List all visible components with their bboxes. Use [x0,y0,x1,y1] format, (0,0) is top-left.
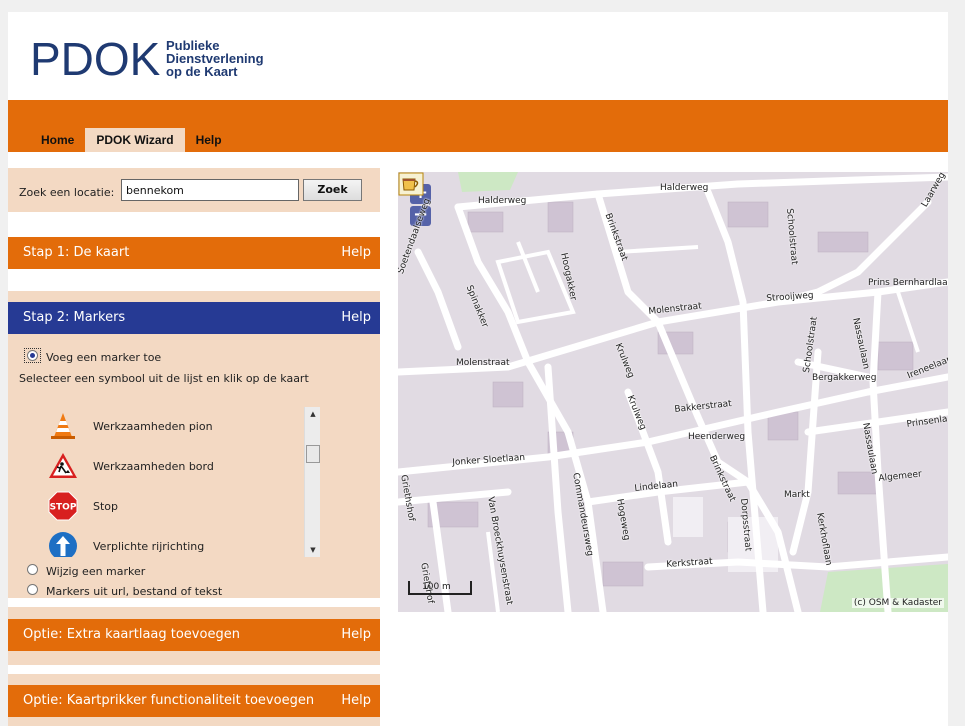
scroll-up-icon[interactable]: ▲ [305,407,321,421]
stop-sign-icon: STOP [48,491,78,521]
panel-extra-title: Optie: Extra kaartlaag toevoegen [23,627,240,642]
map-street-label: Prins Bernhardlaan [868,278,948,288]
traffic-cone-icon [51,413,75,439]
import-markers-radio[interactable] [27,584,38,595]
symbol-item[interactable]: Werkzaamheden bord [44,447,304,487]
marker-instruction: Selecteer een symbool uit de lijst en kl… [19,372,309,385]
page: PDOK Publieke Dienstverlening op de Kaar… [8,12,948,726]
edit-marker-radio[interactable] [27,564,38,575]
mandatory-direction-icon [49,532,77,557]
symbol-item[interactable]: Verplichte rijrichting [44,527,304,557]
symbol-item[interactable]: STOP Stop [44,487,304,527]
scroll-down-icon[interactable]: ▼ [305,543,321,557]
pdok-logo[interactable]: PDOK [30,34,160,84]
panel-stap1-header[interactable]: Stap 1: De kaart Help [8,237,380,269]
map-street-label: Halderweg [478,196,527,206]
nav-pdok-wizard[interactable]: PDOK Wizard [85,128,185,152]
nav-home[interactable]: Home [30,128,85,152]
map-base [398,172,948,612]
search-button[interactable]: Zoek [303,179,362,201]
panel-kaartprikker-header[interactable]: Optie: Kaartprikker functionaliteit toev… [8,685,380,717]
nav-help[interactable]: Help [185,128,233,152]
symbol-list: Werkzaamheden pion Werkzaamheden bord ST… [44,407,320,557]
map-street-label: Heenderweg [688,432,746,442]
pdok-logo-subtitle: Publieke Dienstverlening op de Kaart [166,39,264,78]
panel-stap1-help[interactable]: Help [341,237,371,269]
symbol-label: Verplichte rijrichting [93,540,205,553]
logo-sub-line-3: op de Kaart [166,64,238,79]
panel-stap2-header[interactable]: Stap 2: Markers Help [8,302,380,334]
panel-kaartprikker-help[interactable]: Help [341,685,371,717]
symbol-label: Stop [93,500,119,513]
add-marker-label: Voeg een marker toe [46,351,162,364]
map-scale-label: 100 m [422,582,451,592]
scroll-thumb[interactable] [306,445,320,463]
symbol-item[interactable]: Werkzaamheden pion [44,407,304,447]
map-attribution: (c) OSM & Kadaster [851,598,944,608]
search-label: Zoek een locatie: [19,186,115,199]
import-markers-label: Markers uit url, bestand of tekst [46,585,223,598]
map-street-label: Halderweg [660,183,709,193]
edit-marker-label: Wijzig een marker [46,565,146,578]
roadwork-sign-icon [49,453,77,478]
svg-text:STOP: STOP [50,503,77,513]
main-nav: Home PDOK Wizard Help [30,128,233,152]
map-street-label: Bergakkerweg [812,373,877,383]
coffee-cup-marker-icon[interactable] [398,172,424,196]
panel-stap2-title: Stap 2: Markers [23,310,126,325]
add-marker-radio[interactable] [27,350,38,361]
header: PDOK Publieke Dienstverlening op de Kaar… [8,12,948,100]
panel-extra-header[interactable]: Optie: Extra kaartlaag toevoegen Help [8,619,380,651]
symbol-label: Werkzaamheden bord [93,460,214,473]
map-street-label: Markt [784,490,810,500]
panel-stap2-help[interactable]: Help [341,302,371,334]
symbol-list-scrollbar[interactable]: ▲ ▼ [304,407,320,557]
panel-stap1-title: Stap 1: De kaart [23,245,130,260]
map-viewer[interactable]: + − Halderweg Halderweg Soetendaalseweg … [398,172,948,612]
search-panel: Zoek een locatie: Zoek [8,168,380,212]
map-street-label: Molenstraat [456,358,510,368]
panel-extra-help[interactable]: Help [341,619,371,651]
search-input[interactable] [121,179,299,201]
symbol-label: Werkzaamheden pion [93,420,213,433]
panel-kaartprikker-title: Optie: Kaartprikker functionaliteit toev… [23,693,315,708]
